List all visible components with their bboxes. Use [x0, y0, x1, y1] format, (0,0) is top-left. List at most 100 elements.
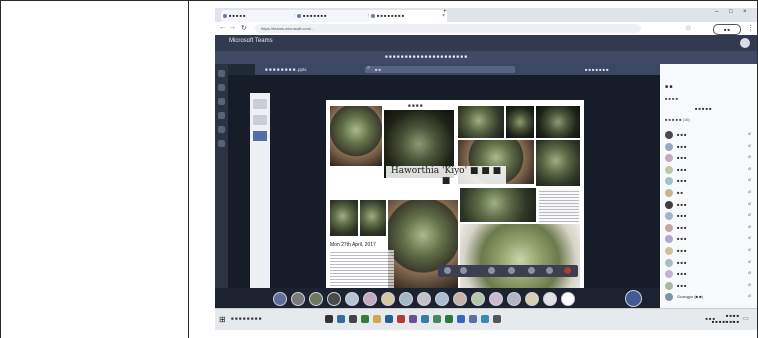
taskbar-app-icon[interactable]: [409, 315, 417, 323]
participant-avatar[interactable]: [381, 292, 395, 306]
mic-button[interactable]: [546, 267, 553, 274]
taskbar-app-icon[interactable]: [325, 315, 333, 323]
next-slide-button[interactable]: [460, 267, 467, 274]
participant-avatar[interactable]: [417, 292, 431, 306]
avatar: [665, 189, 673, 197]
avatar[interactable]: [740, 38, 750, 48]
participant-avatar[interactable]: [309, 292, 323, 306]
participant-row[interactable]: ■ ■ ■ ⌀: [665, 234, 753, 244]
browser-tab-3[interactable]: ■ ■ ■ ■ ■ ■ ■ ■ ×: [369, 10, 447, 22]
participant-row[interactable]: ■ ■ ■ ⌀: [665, 258, 753, 268]
pointer-button[interactable]: [488, 267, 495, 274]
browser-tab-bar: ■ ■ ■ ■ ■ × ■ ■ ■ ■ ■ ■ ■ × ■ ■ ■ ■ ■ ■ …: [215, 8, 757, 22]
profile-button[interactable]: ■ ■: [713, 24, 741, 35]
taskbar-app-icon[interactable]: [445, 315, 453, 323]
new-tab-icon[interactable]: +: [443, 9, 447, 15]
activity-icon[interactable]: [218, 70, 225, 77]
slide-thumbnail[interactable]: [253, 99, 267, 109]
browser-tab-2[interactable]: ■ ■ ■ ■ ■ ■ ■ ×: [295, 10, 373, 22]
maximize-icon[interactable]: □: [729, 9, 733, 15]
participant-avatar[interactable]: [399, 292, 413, 306]
slide-thumbnail[interactable]: [253, 131, 267, 141]
windows-start-icon[interactable]: ⊞: [219, 315, 226, 324]
taskbar-app-icon[interactable]: [385, 315, 393, 323]
participant-avatar[interactable]: [525, 292, 539, 306]
url-field[interactable]: https://teams.microsoft.com/...: [255, 24, 641, 33]
participant-avatar[interactable]: [291, 292, 305, 306]
close-window-icon[interactable]: ×: [743, 9, 747, 15]
succulent-photo: [330, 106, 382, 166]
avatar: [665, 165, 673, 174]
files-icon[interactable]: [218, 140, 225, 147]
meeting-user: ■ ■ ■ ■ ■ ■ ■: [585, 67, 609, 72]
taskbar-app-icon[interactable]: [397, 315, 405, 323]
participant-avatar[interactable]: [489, 292, 503, 306]
taskbar-app-icon[interactable]: [481, 315, 489, 323]
participant-avatar[interactable]: [561, 292, 575, 306]
mic-off-icon: ⌀: [747, 235, 751, 242]
search-input[interactable]: ■ ■: [365, 65, 515, 73]
taskbar-app-icon[interactable]: [361, 315, 369, 323]
star-icon[interactable]: ☆: [685, 24, 691, 32]
self-avatar[interactable]: [625, 290, 642, 307]
share-invite-button[interactable]: ■ ■ ■ ■ ■: [695, 106, 712, 111]
participant-avatar[interactable]: [363, 292, 377, 306]
participant-row[interactable]: ■ ■ ■ ⌀: [665, 142, 753, 152]
participant-avatar[interactable]: [507, 292, 521, 306]
taskbar-app-icon[interactable]: [421, 315, 429, 323]
participant-row[interactable]: ■ ■ ■ ⌀: [665, 269, 753, 279]
forward-icon[interactable]: →: [229, 24, 236, 31]
participant-avatar[interactable]: [471, 292, 485, 306]
camera-button[interactable]: [528, 267, 535, 274]
taskbar-app-icon[interactable]: [433, 315, 441, 323]
participant-row[interactable]: ■ ■ ■ ⌀: [665, 223, 753, 233]
participant-avatar[interactable]: [453, 292, 467, 306]
participant-row[interactable]: ■ ■ ■ ⌀: [665, 211, 753, 221]
mic-off-icon: ⌀: [747, 258, 751, 265]
succulent-photo: [460, 188, 536, 222]
slide-thumbnail[interactable]: [253, 115, 267, 125]
back-icon[interactable]: ←: [219, 24, 226, 31]
teams-header: Microsoft Teams: [215, 35, 757, 51]
participant-row[interactable]: ■ ■ ■ ⌀: [665, 200, 753, 210]
menu-icon[interactable]: ⋮: [747, 24, 754, 32]
calendar-icon[interactable]: [218, 112, 225, 119]
minimize-icon[interactable]: –: [715, 9, 718, 15]
participant-row[interactable]: ■ ■ ■ ⌀: [665, 165, 753, 175]
participant-name: ■ ■: [677, 190, 683, 195]
participant-row[interactable]: ■ ■ ■ ⌀: [665, 281, 753, 291]
taskbar-app-icon[interactable]: [457, 315, 465, 323]
taskbar-app-icon[interactable]: [349, 315, 357, 323]
participant-avatar[interactable]: [435, 292, 449, 306]
participant-avatar[interactable]: [327, 292, 341, 306]
banner-text: ■ ■ ■ ■ ■ ■ ■ ■ ■ ■ ■ ■ ■ ■ ■ ■ ■ ■ ■ ■ …: [385, 54, 468, 59]
reload-icon[interactable]: ↻: [241, 24, 247, 32]
succulent-photo: [536, 106, 580, 138]
calls-icon[interactable]: [218, 126, 225, 133]
browser-tab-1[interactable]: ■ ■ ■ ■ ■ ×: [221, 10, 299, 22]
mute-all-button[interactable]: ■ ■ ■ ■: [665, 96, 678, 101]
taskbar-app-icon[interactable]: [373, 315, 381, 323]
participant-row[interactable]: ■ ■ ■ ⌀: [665, 246, 753, 256]
participant-row[interactable]: ■ ■ ■ ⌀: [665, 130, 753, 140]
leave-button[interactable]: [564, 267, 571, 274]
chat-icon[interactable]: [218, 84, 225, 91]
teams-icon[interactable]: [218, 98, 225, 105]
more-button[interactable]: [508, 267, 515, 274]
participant-row[interactable]: ■ ■ ⌀: [665, 188, 753, 198]
taskbar-app-icon[interactable]: [469, 315, 477, 323]
participant-avatar[interactable]: [273, 292, 287, 306]
participant-row[interactable]: ■ ■ ■ ⌀: [665, 153, 753, 163]
participant-avatar[interactable]: [345, 292, 359, 306]
participant-avatar[interactable]: [543, 292, 557, 306]
taskbar-app-icon[interactable]: [493, 315, 501, 323]
taskbar-app-icon[interactable]: [337, 315, 345, 323]
participant-row[interactable]: ■ ■ ■ ⌀: [665, 176, 753, 186]
prev-slide-button[interactable]: [444, 267, 451, 274]
taskbar-search[interactable]: ■ ■ ■ ■ ■ ■ ■ ■: [231, 316, 262, 321]
participant-row[interactable]: Guangyu (■ ■) ⌀: [665, 292, 753, 302]
teams-left-rail: [215, 64, 228, 308]
notification-icon[interactable]: ▭: [743, 315, 749, 322]
table-border-top: [0, 0, 758, 1]
taskbar-clock[interactable]: ■ ■:■ ■ ■ ■ ■ ■/■ ■/■ ■: [712, 313, 739, 325]
